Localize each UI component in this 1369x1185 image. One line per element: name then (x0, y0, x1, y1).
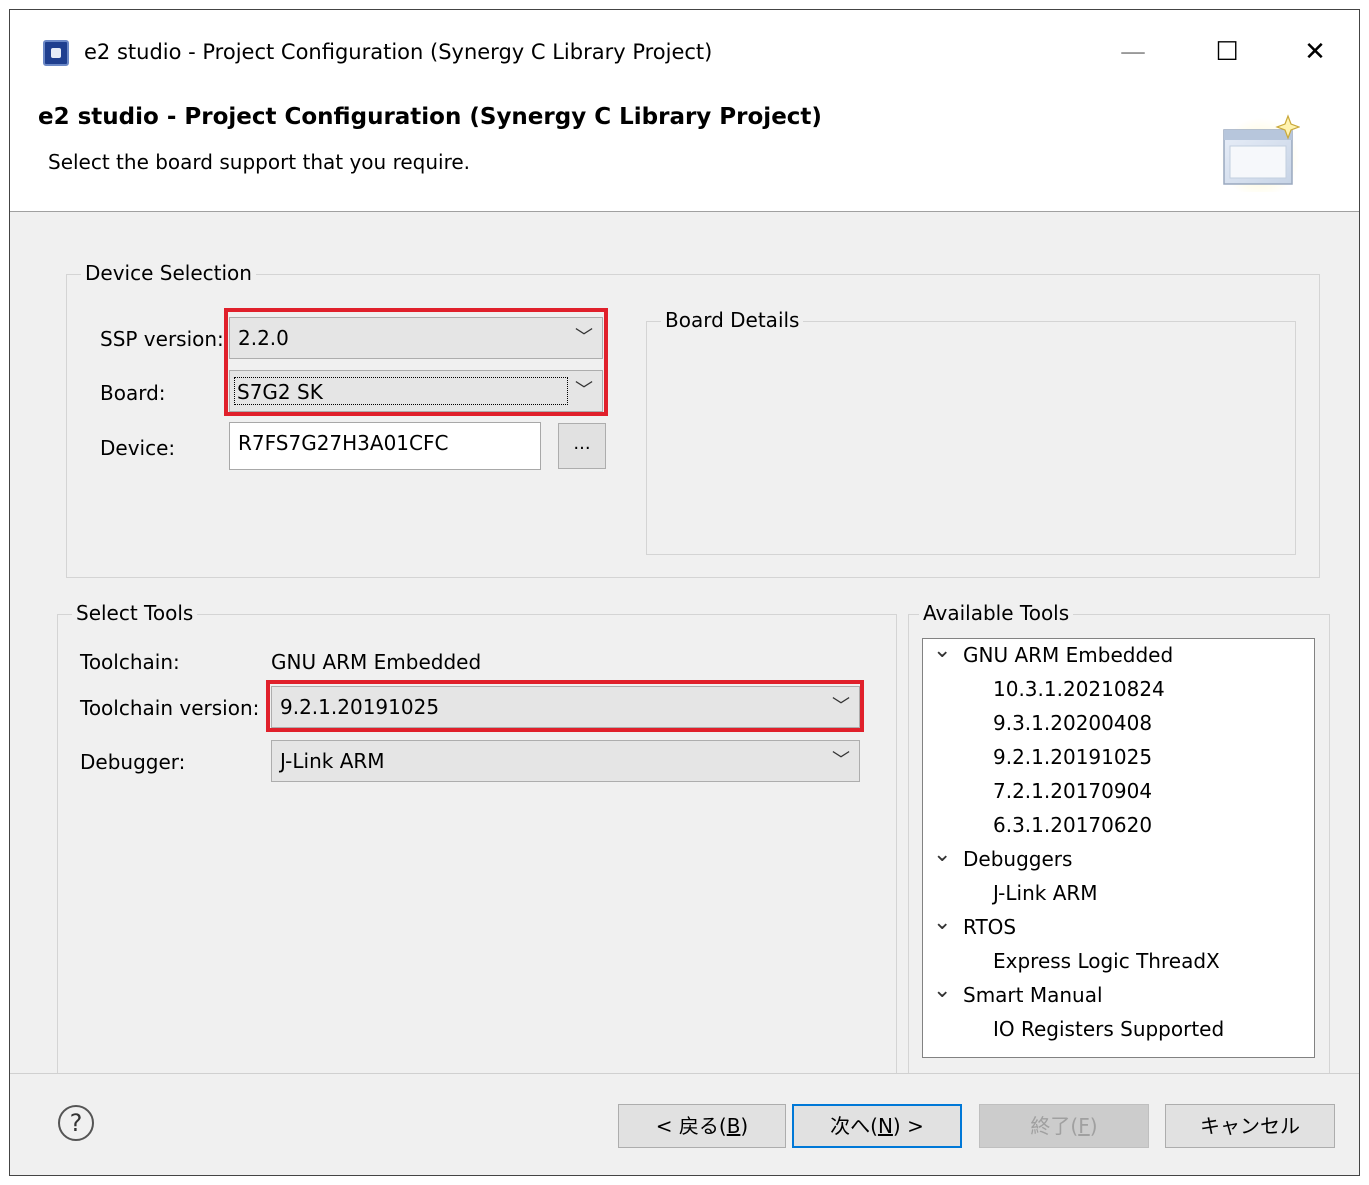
toolchain-version-value: 9.2.1.20191025 (280, 695, 440, 719)
chevron-down-icon: ﹀ (832, 696, 850, 717)
debugger-label: Debugger: (80, 750, 186, 774)
tree-item-label: 9.2.1.20191025 (993, 745, 1153, 769)
debugger-value: J-Link ARM (280, 749, 385, 773)
ssp-version-value: 2.2.0 (238, 326, 289, 350)
expand-arrow-icon[interactable]: ⌄ (933, 910, 955, 935)
tree-item[interactable]: Express Logic ThreadX (993, 949, 1220, 973)
device-browse-button[interactable]: ... (558, 423, 606, 469)
finish-button[interactable]: 終了(F) (979, 1104, 1149, 1148)
device-selection-label: Device Selection (81, 261, 256, 285)
close-button[interactable]: ✕ (1292, 32, 1338, 72)
expand-arrow-icon[interactable]: ⌄ (933, 639, 955, 663)
title-bar: e2 studio - Project Configuration (Syner… (10, 10, 1359, 92)
cancel-button[interactable]: キャンセル (1165, 1104, 1335, 1148)
board-label: Board: (100, 381, 166, 405)
maximize-button[interactable]: ☐ (1204, 32, 1250, 72)
tree-item[interactable]: 9.3.1.20200408 (993, 711, 1152, 735)
tree-item-label: IO Registers Supported (993, 1017, 1225, 1041)
tree-item[interactable]: 7.2.1.20170904 (993, 779, 1152, 803)
ssp-version-label: SSP version: (100, 327, 224, 351)
next-button-key: N (877, 1114, 893, 1138)
tree-category[interactable]: ⌄ Smart Manual (933, 978, 1103, 1008)
tree-item-label: Smart Manual (963, 983, 1103, 1007)
expand-arrow-icon[interactable]: ⌄ (933, 842, 955, 867)
tree-item-label: Express Logic ThreadX (993, 949, 1220, 973)
wizard-title: e2 studio - Project Configuration (Syner… (38, 104, 822, 130)
debugger-combo[interactable]: J-Link ARM ﹀ (271, 740, 860, 782)
toolchain-version-label: Toolchain version: (80, 696, 260, 720)
wizard-description: Select the board support that you requir… (48, 150, 471, 174)
next-button-label: 次へ( (830, 1114, 878, 1138)
wizard-banner-icon (1220, 114, 1300, 192)
wizard-footer: ? < 戻る(B) 次へ(N) > 終了(F) キャンセル (10, 1073, 1359, 1175)
tree-item-label: 6.3.1.20170620 (993, 813, 1153, 837)
back-button-suffix: ) (740, 1114, 749, 1138)
tree-item[interactable]: J-Link ARM (993, 881, 1098, 905)
device-label: Device: (100, 436, 176, 460)
back-button[interactable]: < 戻る(B) (618, 1104, 786, 1148)
finish-button-label: 終了( (1030, 1114, 1079, 1138)
tree-item-label: J-Link ARM (993, 881, 1098, 905)
help-icon[interactable]: ? (58, 1105, 94, 1141)
tree-item[interactable]: 10.3.1.20210824 (993, 677, 1165, 701)
board-details-label: Board Details (661, 308, 804, 332)
minimize-button[interactable]: — (1110, 32, 1156, 72)
device-input[interactable]: R7FS7G27H3A01CFC (229, 422, 541, 470)
tree-item-label: RTOS (963, 915, 1017, 939)
available-tools-label: Available Tools (919, 601, 1074, 625)
board-details-group: Board Details (646, 308, 1296, 555)
window-title: e2 studio - Project Configuration (Syner… (84, 40, 713, 64)
e2-studio-icon (43, 40, 69, 66)
select-tools-label: Select Tools (72, 601, 198, 625)
toolchain-label: Toolchain: (80, 650, 180, 674)
tree-item[interactable]: 9.2.1.20191025 (993, 745, 1152, 769)
toolchain-version-combo[interactable]: 9.2.1.20191025 ﹀ (271, 686, 860, 728)
tree-item-label: 7.2.1.20170904 (993, 779, 1153, 803)
expand-arrow-icon[interactable]: ⌄ (933, 978, 955, 1003)
tree-category[interactable]: ⌄ Debuggers (933, 842, 1073, 872)
project-configuration-window: e2 studio - Project Configuration (Syner… (9, 9, 1360, 1176)
available-tools-tree[interactable]: ⌄ GNU ARM Embedded 10.3.1.20210824 9.3.1.20… (922, 638, 1315, 1058)
back-button-key: B (726, 1114, 741, 1138)
next-button[interactable]: 次へ(N) > (792, 1104, 962, 1148)
tree-item-label: 9.3.1.20200408 (993, 711, 1153, 735)
toolchain-value: GNU ARM Embedded (271, 650, 482, 674)
chevron-down-icon: ﹀ (832, 750, 850, 771)
board-value: S7G2 SK (234, 377, 568, 405)
tree-item-label: GNU ARM Embedded (963, 643, 1174, 667)
tree-category[interactable]: ⌄ RTOS (933, 910, 1017, 940)
board-combo[interactable]: S7G2 SK ﹀ (229, 370, 603, 412)
wizard-header: e2 studio - Project Configuration (Syner… (10, 92, 1359, 212)
tree-category[interactable]: ⌄ GNU ARM Embedded (933, 639, 1174, 668)
finish-button-key: F (1078, 1114, 1090, 1138)
finish-button-suffix: ) (1089, 1114, 1098, 1138)
ssp-version-combo[interactable]: 2.2.0 ﹀ (229, 317, 603, 359)
tree-item-label: Debuggers (963, 847, 1073, 871)
tree-item-label: 10.3.1.20210824 (993, 677, 1165, 701)
wizard-content: Device Selection SSP version: 2.2.0 ﹀ Bo… (10, 212, 1359, 1074)
back-button-label: < 戻る( (655, 1114, 727, 1138)
tree-item[interactable]: IO Registers Supported (993, 1017, 1224, 1041)
chevron-down-icon: ﹀ (575, 327, 593, 348)
select-tools-group: Select Tools (57, 601, 897, 1074)
tree-item[interactable]: 6.3.1.20170620 (993, 813, 1152, 837)
next-button-suffix: ) > (892, 1114, 924, 1138)
chevron-down-icon: ﹀ (575, 380, 593, 401)
